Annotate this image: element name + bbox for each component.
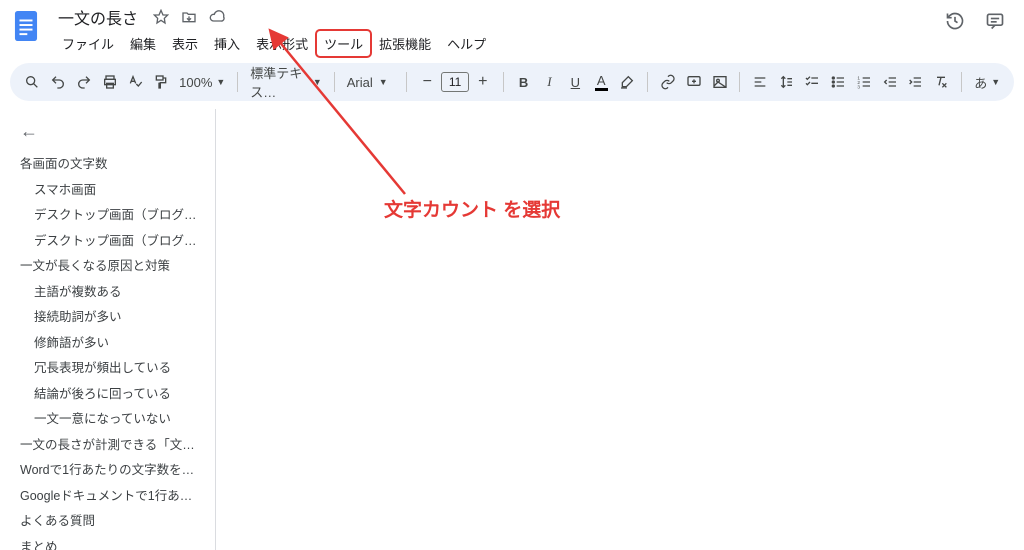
clear-formatting-icon[interactable] [929,69,953,95]
checklist-icon[interactable] [800,69,824,95]
outline-item[interactable]: デスクトップ画面（ブログ… [16,229,211,255]
header: 一文の長さ ファイル編集表示挿入表示形式ツール拡張機能ヘルプ [0,0,1024,57]
caret-down-icon: ▼ [379,77,388,87]
separator [503,72,504,92]
underline-icon[interactable]: U [563,69,587,95]
insert-image-icon[interactable] [708,69,732,95]
print-icon[interactable] [98,69,122,95]
separator [961,72,962,92]
separator [334,72,335,92]
bulleted-list-icon[interactable] [826,69,850,95]
svg-text:3: 3 [857,85,860,90]
search-icon[interactable] [20,69,44,95]
ime-value: あ [974,73,987,92]
undo-icon[interactable] [46,69,70,95]
history-icon[interactable] [944,10,966,32]
outline-panel: ← 各画面の文字数スマホ画面デスクトップ画面（ブログ…デスクトップ画面（ブログ…… [0,109,216,550]
insert-link-icon[interactable] [656,69,680,95]
outline-item[interactable]: 一文の長さが計測できる「文… [16,433,211,459]
separator [406,72,407,92]
numbered-list-icon[interactable]: 123 [852,69,876,95]
paint-format-icon[interactable] [149,69,173,95]
menu-拡張機能[interactable]: 拡張機能 [371,30,439,57]
font-family-select[interactable]: Arial ▼ [343,75,399,90]
menu-ツール[interactable]: ツール [316,30,371,57]
outline-item[interactable]: 接続助詞が多い [16,305,211,331]
body-area: ← 各画面の文字数スマホ画面デスクトップ画面（ブログ…デスクトップ画面（ブログ…… [0,109,1024,550]
increase-indent-icon[interactable] [904,69,928,95]
italic-icon[interactable]: I [538,69,562,95]
decrease-indent-icon[interactable] [878,69,902,95]
menu-表示[interactable]: 表示 [164,30,206,57]
menu-bar: ファイル編集表示挿入表示形式ツール拡張機能ヘルプ [54,30,944,57]
outline-item[interactable]: デスクトップ画面（ブログ… [16,203,211,229]
caret-down-icon: ▼ [313,77,322,87]
outline-item[interactable]: 修飾語が多い [16,331,211,357]
toolbar: 100%▼ 標準テキス…▼ Arial▼ − 11 + B I U A 123 … [10,63,1014,101]
add-comment-icon[interactable] [682,69,706,95]
line-spacing-icon[interactable] [774,69,798,95]
outline-close-icon[interactable]: ← [16,117,211,152]
outline-item[interactable]: 一文一意になっていない [16,407,211,433]
outline-item[interactable]: 各画面の文字数 [16,152,211,178]
comments-icon[interactable] [984,10,1006,32]
paragraph-style-select[interactable]: 標準テキス… ▼ [246,63,326,101]
outline-item[interactable]: 一文が長くなる原因と対策 [16,254,211,280]
increase-font-icon[interactable]: + [471,69,495,95]
outline-item[interactable]: Googleドキュメントで1行あ… [16,484,211,510]
separator [237,72,238,92]
outline-item[interactable]: スマホ画面 [16,178,211,204]
paragraph-style-value: 標準テキス… [250,63,307,101]
align-icon[interactable] [748,69,772,95]
caret-down-icon: ▼ [991,77,1000,87]
outline-item[interactable]: よくある質問 [16,509,211,535]
annotation-text: 文字カウント を選択 [384,195,560,222]
outline-list: 各画面の文字数スマホ画面デスクトップ画面（ブログ…デスクトップ画面（ブログ…一文… [16,152,211,550]
decrease-font-icon[interactable]: − [415,69,439,95]
zoom-value: 100% [179,75,212,90]
menu-ファイル[interactable]: ファイル [54,30,122,57]
menu-表示形式[interactable]: 表示形式 [248,30,316,57]
menu-ヘルプ[interactable]: ヘルプ [439,30,494,57]
outline-item[interactable]: Wordで1行あたりの文字数を… [16,458,211,484]
cloud-status-icon[interactable] [208,8,226,26]
zoom-select[interactable]: 100% ▼ [175,75,229,90]
highlight-color-icon[interactable] [615,69,639,95]
spellcheck-icon[interactable] [123,69,147,95]
header-right-icons [944,6,1014,32]
outline-item[interactable]: 冗長表現が頻出している [16,356,211,382]
font-family-value: Arial [347,75,373,90]
caret-down-icon: ▼ [216,77,225,87]
font-size-input[interactable]: 11 [441,72,469,92]
menu-編集[interactable]: 編集 [122,30,164,57]
menu-挿入[interactable]: 挿入 [206,30,248,57]
star-icon[interactable] [152,8,170,26]
toolbar-wrap: 100%▼ 標準テキス…▼ Arial▼ − 11 + B I U A 123 … [0,57,1024,109]
separator [739,72,740,92]
outline-item[interactable]: 主語が複数ある [16,280,211,306]
move-folder-icon[interactable] [180,8,198,26]
doc-title[interactable]: 一文の長さ [54,4,142,30]
outline-item[interactable]: 結論が後ろに回っている [16,382,211,408]
separator [647,72,648,92]
docs-logo[interactable] [10,6,42,46]
document-canvas[interactable] [216,109,1024,550]
redo-icon[interactable] [72,69,96,95]
bold-icon[interactable]: B [512,69,536,95]
ime-select[interactable]: あ▼ [970,73,1004,92]
text-color-icon[interactable]: A [589,69,613,95]
title-block: 一文の長さ ファイル編集表示挿入表示形式ツール拡張機能ヘルプ [54,6,944,57]
